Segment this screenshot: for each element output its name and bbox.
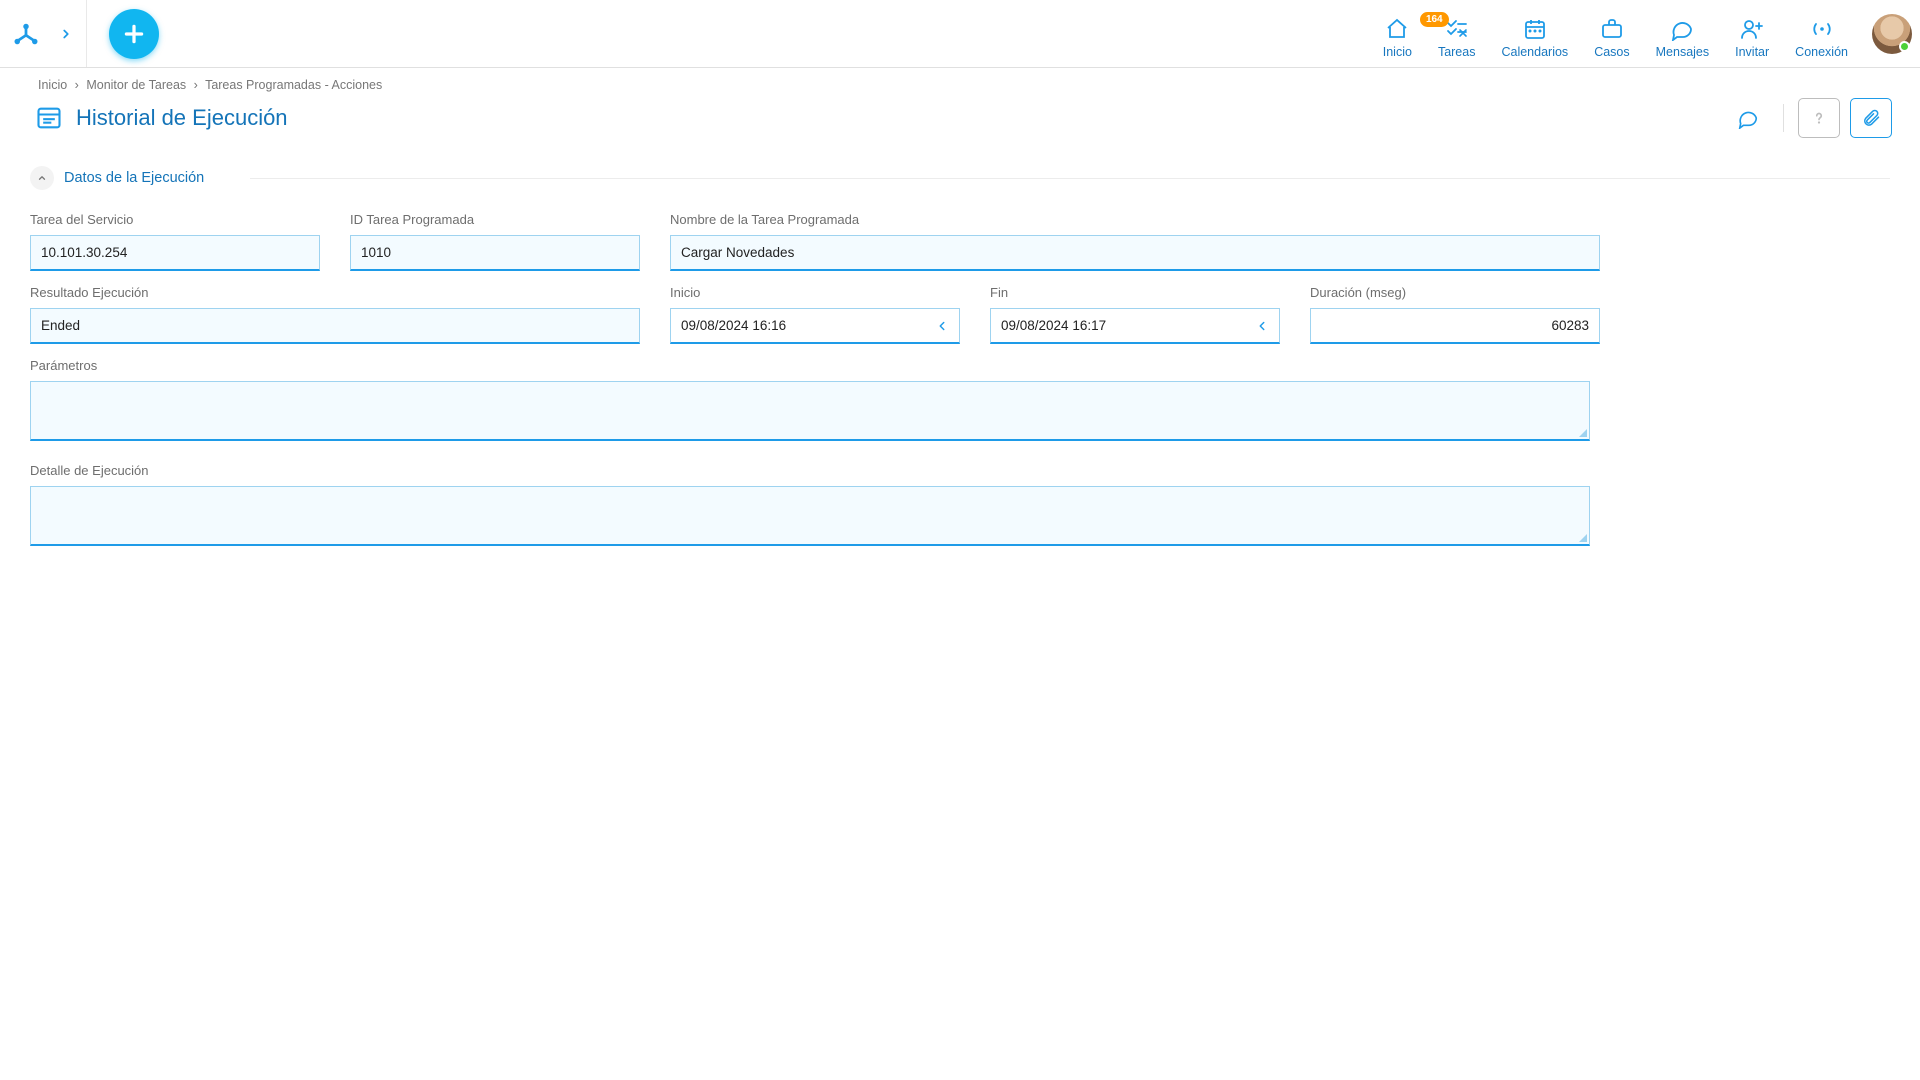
nav-label: Tareas	[1438, 45, 1476, 59]
label: ID Tarea Programada	[350, 212, 640, 227]
form-row-2: Resultado Ejecución Ended Inicio 09/08/2…	[30, 285, 1590, 344]
field-service-task: Tarea del Servicio 10.101.30.254	[30, 212, 320, 271]
exec-detail-textarea[interactable]	[30, 486, 1590, 546]
params-textarea[interactable]	[30, 381, 1590, 441]
label: Tarea del Servicio	[30, 212, 320, 227]
breadcrumb: Inicio › Monitor de Tareas › Tareas Prog…	[0, 68, 1920, 98]
nav-home[interactable]: Inicio	[1383, 16, 1412, 59]
label: Fin	[990, 285, 1280, 300]
nav-label: Conexión	[1795, 45, 1848, 59]
value: 09/08/2024 16:16	[681, 318, 786, 333]
nav-label: Invitar	[1735, 45, 1769, 59]
chevron-left-icon	[935, 319, 949, 333]
briefcase-icon	[1600, 16, 1624, 42]
value: 09/08/2024 16:17	[1001, 318, 1106, 333]
chat-icon	[1670, 16, 1694, 42]
exec-result-input[interactable]: Ended	[30, 308, 640, 344]
nav-connection[interactable]: Conexión	[1795, 16, 1848, 59]
nav-label: Inicio	[1383, 45, 1412, 59]
label: Nombre de la Tarea Programada	[670, 212, 1600, 227]
field-start: Inicio 09/08/2024 16:16	[670, 285, 960, 344]
page-header-left: Historial de Ejecución	[34, 103, 288, 133]
value: Ended	[41, 318, 80, 333]
home-icon	[1385, 16, 1409, 42]
sched-task-name-input[interactable]: Cargar Novedades	[670, 235, 1600, 271]
attachments-button[interactable]	[1850, 98, 1892, 138]
page-header-actions	[1727, 98, 1892, 138]
invite-user-icon	[1740, 16, 1764, 42]
section-title: Datos de la Ejecución	[64, 170, 204, 186]
chevron-left-icon	[1255, 319, 1269, 333]
field-params: Parámetros	[30, 358, 1590, 441]
field-sched-task-name: Nombre de la Tarea Programada Cargar Nov…	[670, 212, 1600, 271]
separator	[1783, 104, 1784, 132]
page-header: Historial de Ejecución	[0, 98, 1920, 144]
end-datetime-input[interactable]: 09/08/2024 16:17	[990, 308, 1280, 344]
calendar-icon	[1523, 16, 1547, 42]
service-task-input[interactable]: 10.101.30.254	[30, 235, 320, 271]
field-sched-task-id: ID Tarea Programada 1010	[350, 212, 640, 271]
form-row-1: Tarea del Servicio 10.101.30.254 ID Tare…	[30, 212, 1590, 271]
nav-invite[interactable]: Invitar	[1735, 16, 1769, 59]
topbar: Inicio 164 Tareas Calendarios Casos	[0, 0, 1920, 68]
field-duration: Duración (mseg) 60283	[1310, 285, 1600, 344]
nav-cases[interactable]: Casos	[1594, 16, 1629, 59]
expand-sidebar-button[interactable]	[52, 14, 80, 54]
section-divider	[250, 178, 1890, 179]
value: 10.101.30.254	[41, 245, 127, 260]
breadcrumb-separator: ›	[194, 78, 198, 92]
duration-input[interactable]: 60283	[1310, 308, 1600, 344]
connection-icon	[1809, 16, 1835, 42]
nav-messages[interactable]: Mensajes	[1656, 16, 1710, 59]
value: 60283	[1551, 318, 1589, 333]
top-nav: Inicio 164 Tareas Calendarios Casos	[1383, 0, 1848, 67]
nav-label: Mensajes	[1656, 45, 1710, 59]
nav-label: Calendarios	[1501, 45, 1568, 59]
label: Inicio	[670, 285, 960, 300]
value: 1010	[361, 245, 391, 260]
nav-calendars[interactable]: Calendarios	[1501, 16, 1568, 59]
app-logo-icon[interactable]	[6, 14, 46, 54]
user-avatar[interactable]	[1872, 14, 1912, 54]
label: Parámetros	[30, 358, 1590, 373]
new-action-button[interactable]	[109, 9, 159, 59]
field-exec-result: Resultado Ejecución Ended	[30, 285, 640, 344]
nav-tasks[interactable]: 164 Tareas	[1438, 16, 1476, 59]
start-datetime-input[interactable]: 09/08/2024 16:16	[670, 308, 960, 344]
field-exec-detail: Detalle de Ejecución	[30, 463, 1590, 546]
nav-label: Casos	[1594, 45, 1629, 59]
value: Cargar Novedades	[681, 245, 794, 260]
sched-task-id-input[interactable]: 1010	[350, 235, 640, 271]
label: Detalle de Ejecución	[30, 463, 1590, 478]
help-button[interactable]	[1798, 98, 1840, 138]
page-title: Historial de Ejecución	[76, 105, 288, 131]
breadcrumb-separator: ›	[75, 78, 79, 92]
section-header: Datos de la Ejecución	[30, 166, 1890, 190]
field-end: Fin 09/08/2024 16:17	[990, 285, 1280, 344]
breadcrumb-actions[interactable]: Tareas Programadas - Acciones	[205, 78, 382, 92]
content: Datos de la Ejecución Tarea del Servicio…	[0, 144, 1920, 546]
topbar-left	[0, 0, 87, 67]
comments-button[interactable]	[1727, 98, 1769, 138]
presence-indicator-icon	[1899, 41, 1910, 52]
section-collapse-button[interactable]	[30, 166, 54, 190]
tasks-badge: 164	[1420, 12, 1449, 27]
page-icon	[34, 103, 64, 133]
breadcrumb-monitor[interactable]: Monitor de Tareas	[86, 78, 186, 92]
breadcrumb-home[interactable]: Inicio	[38, 78, 67, 92]
label: Duración (mseg)	[1310, 285, 1600, 300]
label: Resultado Ejecución	[30, 285, 640, 300]
